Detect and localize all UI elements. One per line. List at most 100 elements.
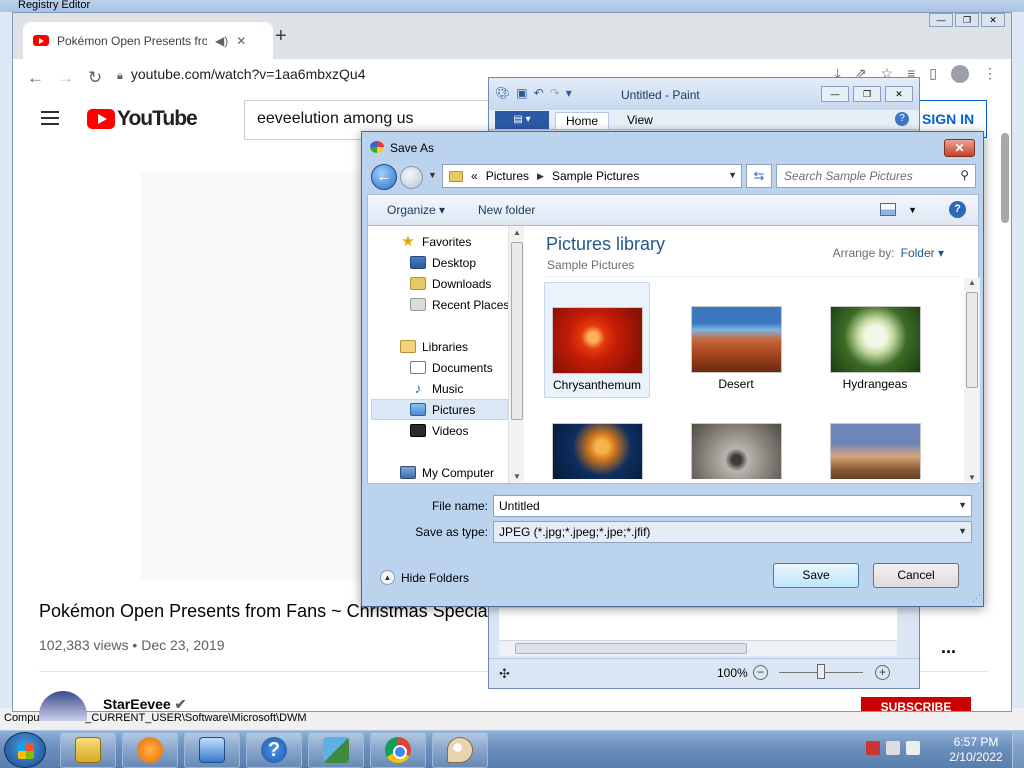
page-scrollbar[interactable] (1001, 133, 1009, 223)
zoom-slider-thumb[interactable] (817, 664, 825, 679)
show-desktop-button[interactable] (1012, 731, 1024, 768)
file-thumbnail[interactable]: Chrysanthemum (544, 282, 650, 398)
browser-tab[interactable]: Pokémon Open Presents fro ◀) ✕ (23, 22, 273, 59)
hide-folders-button[interactable]: ▲ Hide Folders (380, 570, 469, 585)
action-center-icon[interactable] (866, 741, 880, 755)
scroll-up-icon[interactable]: ▲ (513, 228, 521, 237)
nav-libraries[interactable]: Libraries (386, 336, 526, 357)
taskbar-chrome[interactable] (370, 732, 426, 768)
maximize-button[interactable]: ❐ (955, 13, 979, 27)
new-folder-button[interactable]: New folder (478, 203, 535, 217)
taskbar-remote-desktop[interactable] (184, 732, 240, 768)
breadcrumb-overflow[interactable]: « (471, 169, 478, 183)
paint-horizontal-scrollbar[interactable] (499, 640, 897, 656)
cancel-button[interactable]: Cancel (873, 563, 959, 588)
save-button[interactable]: Save (773, 563, 859, 588)
history-dropdown-icon[interactable]: ▼ (428, 170, 437, 180)
paint-ribbon: ▤ ▾ Home View ? (489, 110, 919, 130)
tab-view[interactable]: View (617, 112, 663, 128)
channel-name[interactable]: StarEevee ✔ (103, 696, 186, 713)
start-button[interactable] (4, 732, 46, 768)
content-scroll-thumb[interactable] (966, 292, 978, 388)
file-name-dropdown-icon[interactable]: ▼ (958, 500, 967, 510)
minimize-button[interactable]: — (929, 13, 953, 27)
search-icon[interactable]: ⚲ (960, 168, 969, 182)
file-thumbnail[interactable] (822, 399, 928, 479)
breadcrumb-pictures[interactable]: Pictures (486, 169, 529, 183)
speaker-icon[interactable]: ◀) (215, 34, 228, 48)
scroll-down-icon[interactable]: ▼ (513, 472, 521, 481)
taskbar-paint[interactable] (432, 732, 488, 768)
breadcrumb-separator-icon[interactable]: ▶ (537, 171, 544, 182)
close-button[interactable]: ✕ (981, 13, 1005, 27)
back-arrow-icon[interactable]: ← (371, 164, 397, 190)
taskbar-help[interactable]: ? (246, 732, 302, 768)
breadcrumb[interactable]: « Pictures ▶ Sample Pictures ▼ (442, 164, 742, 188)
paint-application-menu[interactable]: ▤ ▾ (495, 111, 549, 129)
profile-avatar-icon[interactable] (951, 65, 969, 83)
system-clock[interactable]: 6:57 PM 2/10/2022 (944, 735, 1008, 765)
content-scrollbar[interactable]: ▲ ▼ (964, 278, 980, 482)
paint-minimize-button[interactable]: — (821, 86, 849, 102)
youtube-logo[interactable]: YouTube (87, 107, 198, 131)
tab-close-icon[interactable]: ✕ (236, 34, 246, 48)
nav-scroll-thumb[interactable] (511, 242, 523, 420)
nav-pictures[interactable]: Pictures (371, 399, 508, 420)
refresh-icon[interactable]: ⇆ (746, 164, 772, 188)
taskbar-explorer[interactable] (60, 732, 116, 768)
paint-close-button[interactable]: ✕ (885, 86, 913, 102)
paint-canvas[interactable] (499, 608, 897, 644)
nav-favorites[interactable]: ★ Favorites (386, 231, 526, 252)
scroll-up-icon[interactable]: ▲ (968, 278, 976, 287)
nav-scrollbar[interactable]: ▲ ▼ (508, 226, 524, 483)
save-type-dropdown-icon[interactable]: ▼ (958, 526, 967, 536)
address-bar[interactable]: 🔒︎ youtube.com/watch?v=1aa6mbxzQu4 (117, 66, 366, 83)
channel-avatar[interactable] (39, 691, 87, 721)
address-dropdown-icon[interactable]: ▼ (728, 170, 737, 180)
redo-icon[interactable]: ↷ (550, 86, 560, 100)
search-input[interactable]: Search Sample Pictures ⚲ (776, 164, 976, 188)
chrome-icon (385, 737, 411, 763)
arrange-dropdown[interactable]: Folder ▾ (901, 246, 944, 260)
resize-grip-icon[interactable]: ⋰ (972, 593, 981, 604)
volume-icon[interactable] (906, 741, 920, 755)
zoom-out-icon[interactable]: − (753, 665, 768, 680)
file-thumbnail[interactable] (544, 399, 650, 479)
hamburger-menu-icon[interactable] (41, 111, 59, 129)
change-view-icon[interactable] (880, 203, 897, 216)
dialog-close-button[interactable]: ✕ (944, 139, 975, 157)
file-thumbnail[interactable]: Hydrangeas (822, 282, 928, 398)
view-dropdown-icon[interactable]: ▼ (908, 205, 917, 215)
breadcrumb-sample-pictures[interactable]: Sample Pictures (552, 169, 639, 183)
side-panel-icon[interactable]: ▯ (929, 65, 937, 83)
paint-maximize-button[interactable]: ❐ (853, 86, 881, 102)
zoom-in-icon[interactable]: + (875, 665, 890, 680)
menu-kebab-icon[interactable]: ⋮ (983, 65, 997, 83)
taskbar-media-player[interactable] (122, 732, 178, 768)
network-icon[interactable] (886, 741, 900, 755)
tab-home[interactable]: Home (555, 112, 610, 129)
organize-button[interactable]: Organize ▾ (387, 203, 445, 217)
save-type-select[interactable]: JPEG (*.jpg;*.jpeg;*.jpe;*.jfif) ▼ (493, 521, 972, 543)
scroll-down-icon[interactable]: ▼ (968, 473, 976, 482)
file-thumbnail[interactable]: Desert (683, 282, 789, 398)
youtube-logo-text: YouTube (117, 107, 198, 130)
save-icon[interactable]: ▣ (516, 86, 527, 100)
customize-qat-icon[interactable]: ▾ (566, 86, 572, 100)
undo-icon[interactable]: ↶ (534, 86, 544, 100)
save-type-value: JPEG (*.jpg;*.jpeg;*.jpe;*.jfif) (499, 525, 651, 539)
reload-icon[interactable]: ↻ (87, 68, 103, 87)
forward-arrow-icon[interactable] (400, 166, 423, 189)
subscribe-button[interactable]: SUBSCRIBE (861, 697, 971, 711)
forward-arrow-icon[interactable]: → (57, 68, 74, 87)
taskbar-registry-editor[interactable] (308, 732, 364, 768)
more-actions-icon[interactable]: ... (941, 637, 956, 658)
paint-help-icon[interactable]: ? (895, 112, 909, 126)
scroll-thumb[interactable] (515, 643, 747, 654)
file-thumbnail[interactable] (683, 399, 789, 479)
new-tab-icon[interactable]: + (275, 25, 287, 48)
back-arrow-icon[interactable]: ← (27, 68, 44, 87)
nav-my-computer[interactable]: My Computer (386, 462, 526, 483)
file-name-field[interactable]: Untitled ▼ (493, 495, 972, 517)
help-icon[interactable]: ? (949, 201, 966, 218)
